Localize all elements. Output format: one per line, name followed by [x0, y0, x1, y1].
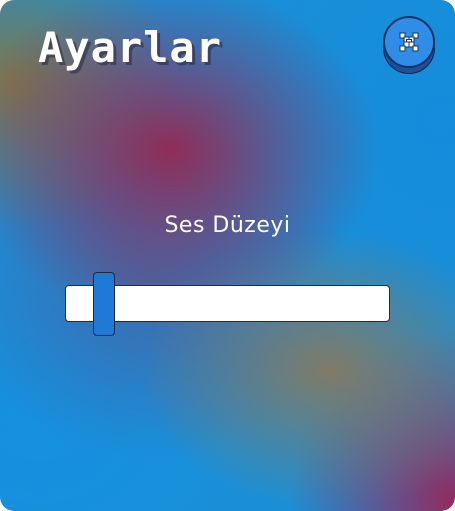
volume-slider-thumb[interactable]	[93, 272, 115, 336]
close-button-face[interactable]	[383, 16, 435, 68]
close-icon	[399, 32, 419, 52]
settings-title: Ayarlar	[38, 23, 223, 72]
close-button[interactable]	[382, 16, 436, 74]
volume-label: Ses Düzeyi	[164, 213, 291, 238]
settings-panel: Ayarlar Ses Düzeyi	[0, 0, 455, 511]
